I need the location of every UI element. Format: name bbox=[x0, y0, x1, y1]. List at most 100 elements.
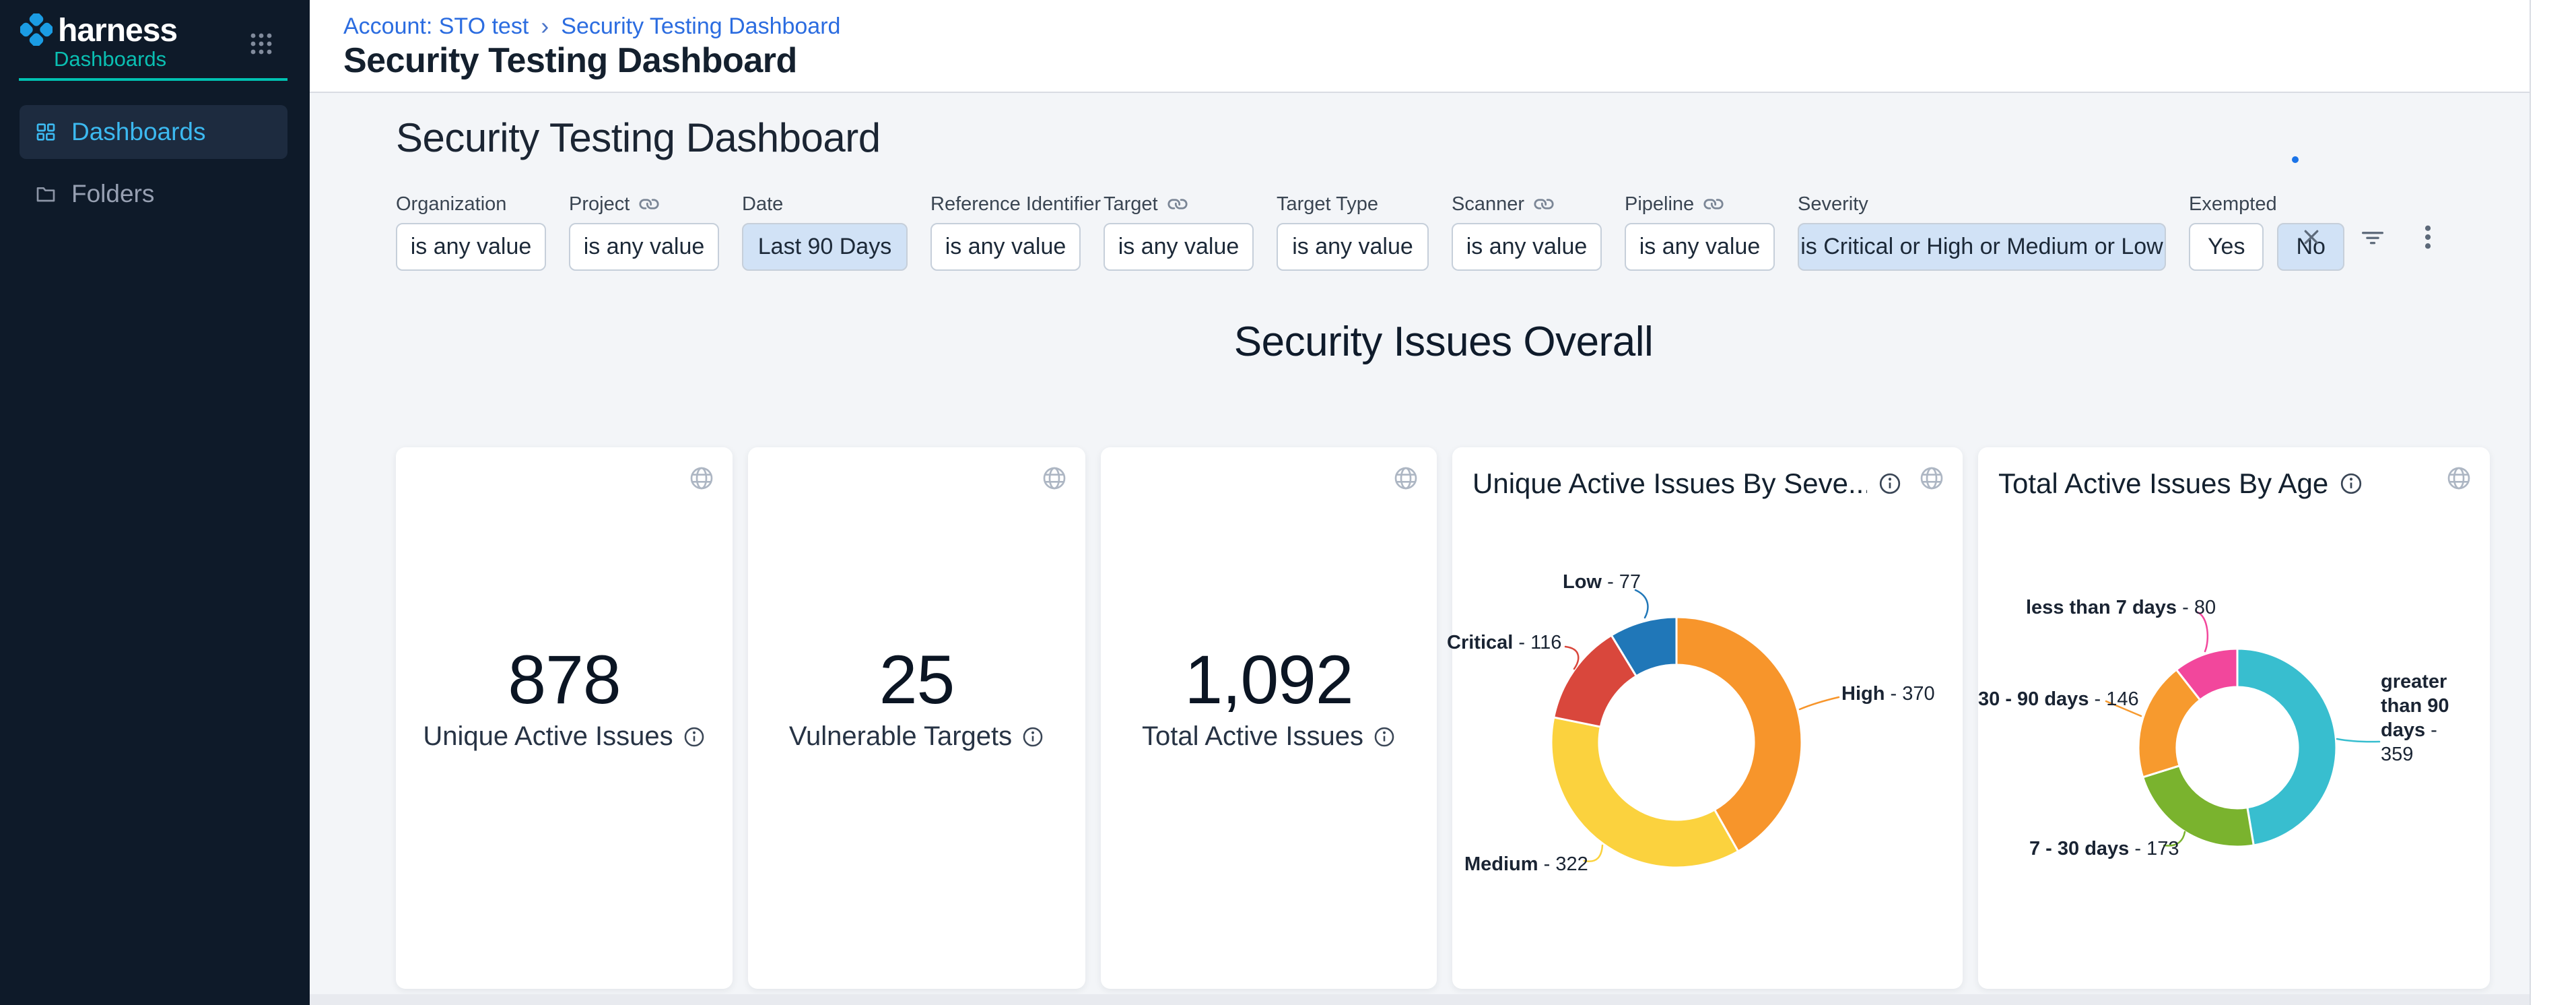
filter-project: Project is any value bbox=[569, 192, 719, 271]
globe-icon[interactable] bbox=[688, 465, 715, 492]
slice-label-high: High - 370 bbox=[1841, 682, 1935, 706]
filter-scanner: Scanner is any value bbox=[1452, 192, 1602, 271]
stat-value: 25 bbox=[748, 639, 1085, 720]
link-icon bbox=[1703, 194, 1724, 214]
stat-card-unique-active-issues: 878 Unique Active Issues bbox=[396, 447, 733, 989]
stat-card-vulnerable-targets: 25 Vulnerable Targets bbox=[748, 447, 1085, 989]
filter-label: Pipeline bbox=[1625, 193, 1694, 216]
harness-logo-icon[interactable] bbox=[20, 13, 53, 46]
filter-label: Reference Identifier bbox=[930, 193, 1101, 216]
filter-target-type: Target Type is any value bbox=[1277, 192, 1429, 271]
filter-icon[interactable] bbox=[2361, 227, 2385, 247]
severity-donut-chart bbox=[1551, 616, 1802, 868]
donut-slice-greater-than-90-days[interactable] bbox=[2237, 649, 2336, 845]
donut-slice-medium[interactable] bbox=[1551, 717, 1738, 868]
slice-label-medium: Medium - 322 bbox=[1464, 852, 1588, 876]
horizontal-scrollbar-track[interactable] bbox=[310, 994, 2530, 1005]
dashboard-panel-title: Security Testing Dashboard bbox=[396, 115, 2491, 161]
dashboard-content: Security Testing Dashboard bbox=[310, 93, 2530, 1005]
filter-reference-identifier-value[interactable]: is any value bbox=[930, 223, 1081, 271]
link-icon bbox=[1534, 194, 1554, 214]
slice-label-less-than-7-days: less than 7 days - 80 bbox=[2026, 595, 2216, 620]
breadcrumb-dashboard-link[interactable]: Security Testing Dashboard bbox=[561, 13, 840, 40]
globe-icon[interactable] bbox=[1041, 465, 1068, 492]
chart-card-age: Total Active Issues By Age bbox=[1978, 447, 2490, 989]
filter-organization-value[interactable]: is any value bbox=[396, 223, 546, 271]
breadcrumb-account-link[interactable]: Account: STO test bbox=[343, 13, 529, 40]
filter-pipeline: Pipeline is any value bbox=[1625, 192, 1775, 271]
filter-label: Target Type bbox=[1277, 193, 1378, 216]
filter-label: Date bbox=[742, 193, 783, 216]
filter-label: Project bbox=[569, 193, 630, 216]
stat-label: Total Active Issues bbox=[1142, 721, 1363, 752]
right-rail bbox=[2530, 0, 2576, 1005]
link-icon bbox=[1167, 194, 1188, 214]
panel-actions bbox=[2301, 225, 2432, 249]
sidebar-item-folders[interactable]: Folders bbox=[20, 167, 287, 221]
stat-label: Unique Active Issues bbox=[423, 721, 673, 752]
breadcrumb-separator: › bbox=[541, 12, 549, 40]
globe-icon[interactable] bbox=[1918, 465, 1945, 492]
filter-label: Severity bbox=[1798, 193, 1868, 216]
donut-slice-7---30-days[interactable] bbox=[2143, 766, 2254, 847]
filter-target-type-value[interactable]: is any value bbox=[1277, 223, 1429, 271]
filter-label: Organization bbox=[396, 193, 506, 216]
filter-label: Exempted bbox=[2189, 193, 2277, 216]
filter-exempted-yes-button[interactable]: Yes bbox=[2189, 223, 2264, 271]
breadcrumb: Account: STO test › Security Testing Das… bbox=[343, 12, 840, 40]
filter-date-value[interactable]: Last 90 Days bbox=[742, 223, 908, 271]
page-header: Account: STO test › Security Testing Das… bbox=[310, 0, 2530, 93]
donut-slice-high[interactable] bbox=[1676, 617, 1802, 851]
info-icon[interactable] bbox=[2339, 472, 2363, 496]
brand-wordmark: harness bbox=[58, 12, 177, 49]
sidebar: harness Dashboards Dashboards bbox=[0, 0, 310, 1005]
filter-label: Target bbox=[1104, 193, 1158, 216]
close-icon[interactable] bbox=[2301, 227, 2321, 247]
filter-project-value[interactable]: is any value bbox=[569, 223, 719, 271]
filter-severity: Severity is Critical or High or Medium o… bbox=[1798, 192, 2166, 271]
chart-title: Unique Active Issues By Seve... bbox=[1472, 467, 1867, 500]
brand-block: harness Dashboards bbox=[0, 0, 310, 82]
sidebar-item-label: Folders bbox=[71, 180, 154, 208]
slice-label-critical: Critical - 116 bbox=[1447, 630, 1561, 655]
info-icon[interactable] bbox=[1021, 725, 1044, 748]
info-icon[interactable] bbox=[683, 725, 706, 748]
cards-row: 878 Unique Active Issues 25 bbox=[396, 447, 2491, 989]
info-icon[interactable] bbox=[1373, 725, 1396, 748]
filter-bar: Organization is any value Project is any… bbox=[396, 192, 2491, 271]
link-icon bbox=[639, 194, 659, 214]
chart-title: Total Active Issues By Age bbox=[1998, 467, 2328, 500]
filter-severity-value[interactable]: is Critical or High or Medium or Low bbox=[1798, 223, 2166, 271]
filter-target: Target is any value bbox=[1104, 192, 1254, 271]
cursor-dot bbox=[2292, 156, 2299, 163]
product-name: Dashboards bbox=[54, 47, 166, 71]
slice-label-30-90-days: 30 - 90 days - 146 bbox=[1978, 687, 2139, 711]
slice-label-low: Low - 77 bbox=[1563, 570, 1641, 594]
filter-reference-identifier: Reference Identifier is any value bbox=[930, 192, 1081, 271]
sidebar-nav: Dashboards Folders bbox=[0, 82, 310, 221]
info-icon[interactable] bbox=[1878, 472, 1902, 496]
stat-value: 878 bbox=[396, 639, 733, 720]
filter-date: Date Last 90 Days bbox=[742, 192, 908, 271]
globe-icon[interactable] bbox=[2445, 465, 2472, 492]
folder-icon bbox=[35, 183, 57, 205]
age-donut-chart bbox=[2138, 648, 2337, 847]
filter-scanner-value[interactable]: is any value bbox=[1452, 223, 1602, 271]
app-switcher-icon[interactable] bbox=[249, 32, 273, 56]
filter-organization: Organization is any value bbox=[396, 192, 546, 271]
globe-icon[interactable] bbox=[1392, 465, 1419, 492]
chart-card-severity: Unique Active Issues By Seve... bbox=[1452, 447, 1963, 989]
section-heading: Security Issues Overall bbox=[396, 318, 2491, 366]
brand-underline bbox=[19, 78, 287, 81]
sidebar-item-dashboards[interactable]: Dashboards bbox=[20, 105, 287, 159]
stat-label: Vulnerable Targets bbox=[789, 721, 1012, 752]
stat-card-total-active-issues: 1,092 Total Active Issues bbox=[1101, 447, 1437, 989]
filter-target-value[interactable]: is any value bbox=[1104, 223, 1254, 271]
stat-value: 1,092 bbox=[1101, 639, 1437, 720]
dashboards-icon bbox=[35, 121, 57, 143]
filter-pipeline-value[interactable]: is any value bbox=[1625, 223, 1775, 271]
filter-label: Scanner bbox=[1452, 193, 1524, 216]
page-title: Security Testing Dashboard bbox=[343, 40, 797, 81]
slice-label-greater-than-90-days: greater than 90 days - 359 bbox=[2381, 670, 2455, 767]
kebab-menu-icon[interactable] bbox=[2424, 225, 2432, 249]
